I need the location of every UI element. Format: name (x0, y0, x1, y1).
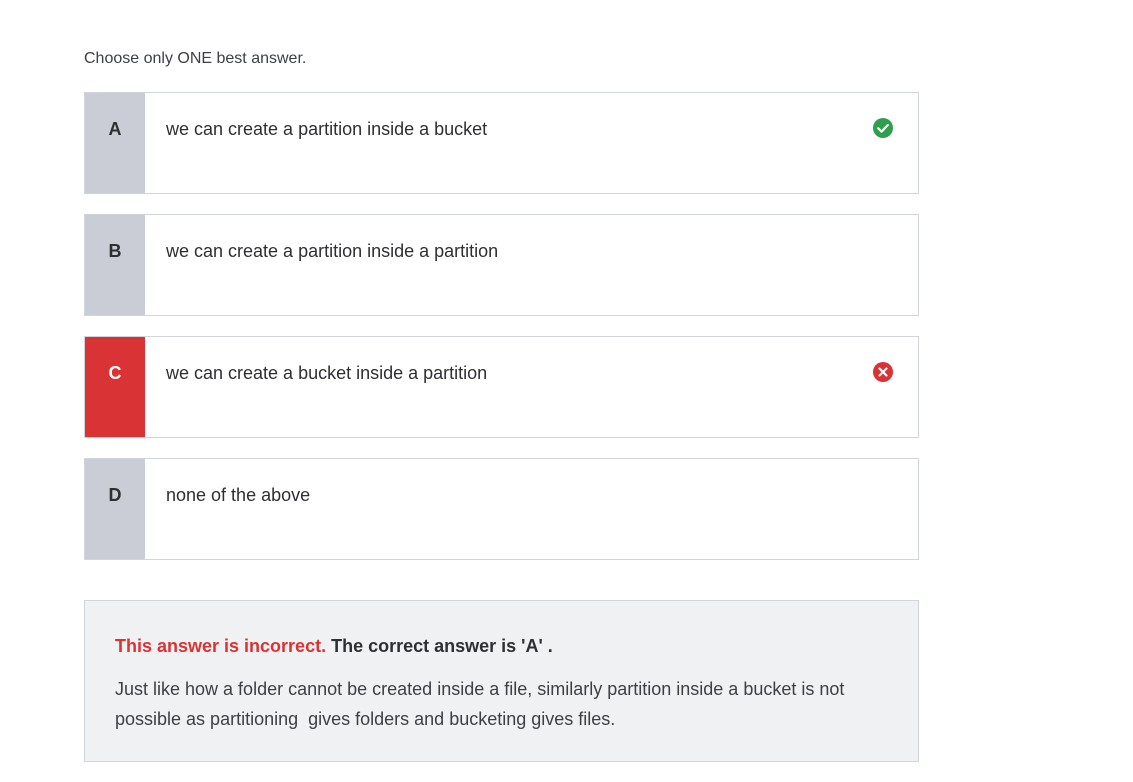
option-d[interactable]: D none of the above (84, 458, 919, 560)
option-c[interactable]: C we can create a bucket inside a partit… (84, 336, 919, 438)
option-letter: A (85, 93, 145, 193)
instruction-text: Choose only ONE best answer. (84, 50, 307, 67)
option-letter: D (85, 459, 145, 559)
answer-options: A we can create a partition inside a buc… (84, 92, 919, 580)
option-letter: B (85, 215, 145, 315)
option-text: none of the above (166, 485, 311, 505)
check-circle-icon (873, 118, 893, 138)
answer-feedback-panel: This answer is incorrect. The correct an… (84, 600, 919, 762)
option-text: we can create a partition inside a bucke… (166, 119, 488, 139)
option-a[interactable]: A we can create a partition inside a buc… (84, 92, 919, 194)
correct-answer-text: The correct answer is 'A' . (326, 636, 553, 656)
option-letter: C (85, 337, 145, 437)
option-text: we can create a bucket inside a partitio… (166, 363, 488, 383)
quiz-page: Choose only ONE best answer. A we can cr… (0, 0, 1133, 782)
incorrect-label: This answer is incorrect. (115, 636, 327, 656)
x-circle-icon (873, 362, 893, 382)
option-text: we can create a partition inside a parti… (166, 241, 499, 261)
feedback-headline: This answer is incorrect. The correct an… (115, 634, 888, 658)
explanation-text: Just like how a folder cannot be created… (115, 679, 850, 729)
option-b[interactable]: B we can create a partition inside a par… (84, 214, 919, 316)
